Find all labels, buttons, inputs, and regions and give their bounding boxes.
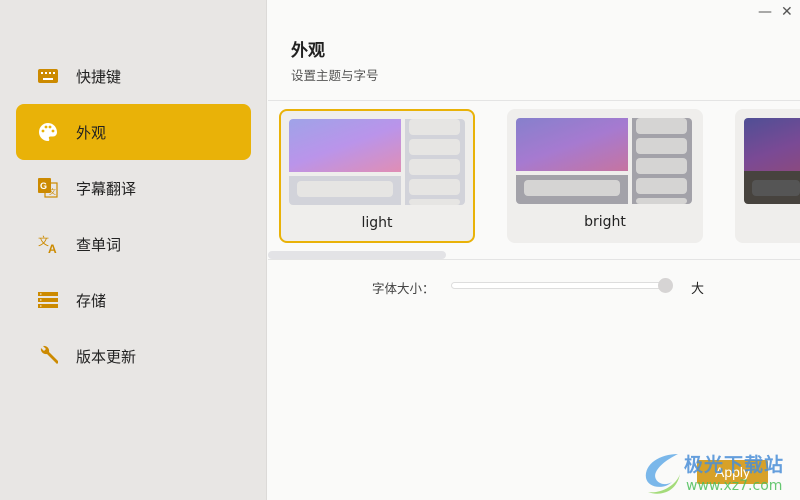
horizontal-scrollbar[interactable] <box>268 251 446 259</box>
font-size-slider-handle[interactable] <box>658 278 673 293</box>
theme-preview <box>289 119 465 205</box>
font-size-slider[interactable] <box>451 282 669 289</box>
svg-text:A: A <box>48 242 57 254</box>
translate-icon: 文A <box>38 234 58 254</box>
theme-preview <box>744 118 800 204</box>
sidebar-item-label: 字幕翻译 <box>76 179 137 198</box>
font-size-label: 字体大小： <box>372 281 435 296</box>
divider <box>268 100 800 101</box>
divider <box>268 259 800 260</box>
sidebar-item-lookup[interactable]: 文A 查单词 <box>16 216 251 272</box>
sidebar-item-label: 存储 <box>76 291 107 310</box>
page-title: 外观 <box>291 41 325 61</box>
svg-text:G: G <box>40 181 47 191</box>
storage-icon <box>38 290 58 310</box>
svg-text:文: 文 <box>49 187 56 196</box>
close-button[interactable]: ✕ <box>781 4 793 20</box>
font-size-max-label: 大 <box>691 282 705 297</box>
sidebar: 快捷键 外观 G文 字幕翻译 文A 查单词 存储 版本更新 <box>0 0 267 500</box>
theme-card-dark[interactable] <box>735 109 800 243</box>
sidebar-item-subtitle-translation[interactable]: G文 字幕翻译 <box>16 160 251 216</box>
wrench-icon <box>38 345 58 366</box>
main-panel: — ✕ 外观 设置主题与字号 light bright 字体大小： 大 Appl… <box>268 0 800 500</box>
theme-card-light[interactable]: light <box>279 109 475 243</box>
sidebar-item-shortcuts[interactable]: 快捷键 <box>16 48 251 104</box>
sidebar-item-storage[interactable]: 存储 <box>16 272 251 328</box>
page-subtitle: 设置主题与字号 <box>291 68 379 83</box>
sidebar-item-update[interactable]: 版本更新 <box>16 328 251 384</box>
minimize-button[interactable]: — <box>758 4 772 20</box>
sidebar-item-label: 快捷键 <box>76 67 122 86</box>
palette-icon <box>38 122 58 142</box>
sidebar-item-appearance[interactable]: 外观 <box>16 104 251 160</box>
sidebar-item-label: 外观 <box>76 123 107 142</box>
sidebar-item-label: 版本更新 <box>76 347 137 366</box>
theme-card-bright[interactable]: bright <box>507 109 703 243</box>
theme-label: bright <box>584 214 626 230</box>
google-translate-icon: G文 <box>38 178 58 198</box>
theme-label: light <box>361 215 393 231</box>
apply-button[interactable]: Apply <box>697 460 768 484</box>
keyboard-icon <box>38 66 58 86</box>
sidebar-item-label: 查单词 <box>76 235 122 254</box>
theme-preview <box>516 118 692 204</box>
